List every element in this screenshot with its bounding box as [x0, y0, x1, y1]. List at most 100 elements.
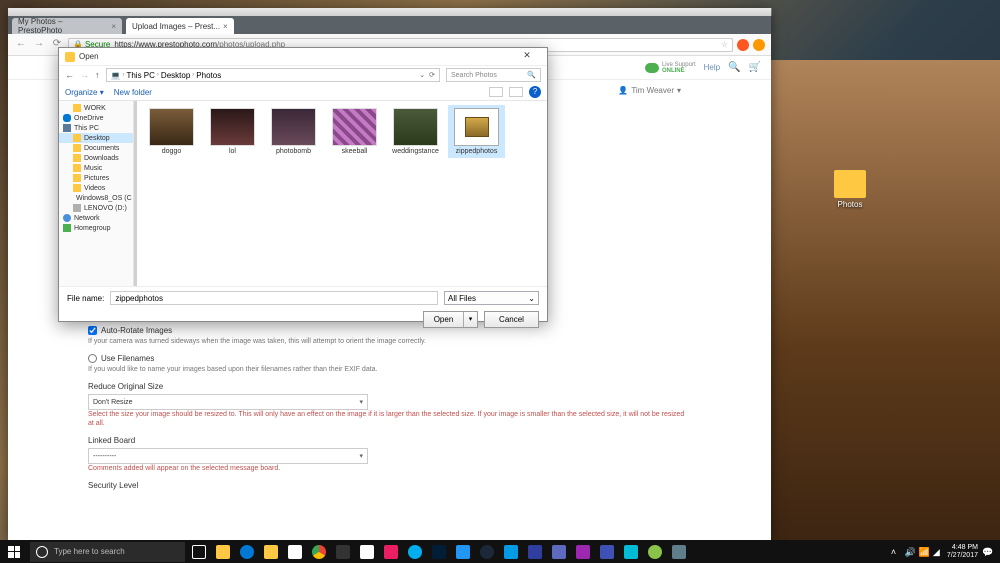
chrome-button[interactable] — [307, 540, 331, 563]
search-input[interactable]: Search Photos 🔍 — [446, 68, 541, 82]
tree-item[interactable]: OneDrive — [59, 113, 133, 123]
network-icon[interactable]: 📶 — [919, 547, 929, 557]
extension-icon[interactable] — [753, 39, 765, 51]
preview-pane-button[interactable] — [509, 87, 523, 97]
back-button[interactable]: ← — [14, 38, 28, 52]
tree-item[interactable]: Music — [59, 163, 133, 173]
explorer-button[interactable] — [259, 540, 283, 563]
help-button[interactable]: ? — [529, 86, 541, 98]
tray-chevron-icon[interactable]: ˄ — [891, 547, 901, 557]
tree-item[interactable]: Windows8_OS (C — [59, 193, 133, 203]
open-dropdown-button[interactable]: ▾ — [463, 312, 477, 327]
file-item[interactable]: weddingstance — [387, 105, 444, 158]
tree-item[interactable]: WORK — [59, 103, 133, 113]
forward-button[interactable]: → — [32, 38, 46, 52]
path-breadcrumb[interactable]: 💻 › This PC › Desktop › Photos ⌄ ⟳ — [106, 68, 441, 82]
dialog-body: WORKOneDrive This PCDesktop DocumentsDownl… — [59, 100, 547, 286]
live-support[interactable]: Live Support ONLINE — [645, 62, 696, 74]
app-button[interactable] — [643, 540, 667, 563]
calculator-button[interactable] — [355, 540, 379, 563]
file-type-select[interactable]: All Files ⌄ — [444, 291, 539, 305]
refresh-icon[interactable]: ⟳ — [429, 71, 435, 79]
user-menu[interactable]: 👤 Tim Weaver ▾ — [618, 86, 681, 95]
taskbar-search[interactable]: Type here to search — [30, 542, 185, 562]
app-button[interactable] — [499, 540, 523, 563]
folder-icon — [73, 174, 81, 182]
tree-item[interactable]: Desktop — [59, 133, 133, 143]
tree-item[interactable]: Downloads — [59, 153, 133, 163]
tree-item[interactable]: Homegroup — [59, 223, 133, 233]
task-view-button[interactable] — [187, 540, 211, 563]
store-button[interactable] — [283, 540, 307, 563]
notifications-icon[interactable]: 💬 — [982, 547, 992, 557]
terminal-button[interactable] — [331, 540, 355, 563]
file-explorer-button[interactable] — [211, 540, 235, 563]
linked-board-select[interactable]: ---------- ▾ — [88, 448, 368, 464]
app-button[interactable] — [571, 540, 595, 563]
volume-icon[interactable]: 🔊 — [905, 547, 915, 557]
tab-close-icon[interactable]: × — [223, 22, 228, 31]
chevron-down-icon: ▾ — [677, 86, 681, 95]
new-folder-button[interactable]: New folder — [114, 88, 152, 97]
taskbar-clock[interactable]: 4:48 PM 7/27/2017 — [947, 544, 978, 559]
chevron-right-icon: › — [157, 72, 159, 78]
search-icon[interactable]: 🔍 — [728, 62, 740, 73]
reduce-size-label: Reduce Original Size — [88, 382, 691, 391]
tree-item-label: Documents — [84, 145, 119, 152]
file-item[interactable]: lol — [204, 105, 261, 158]
folder-icon — [73, 154, 81, 162]
file-grid: doggololphotobombskeeballweddingstancezi… — [137, 101, 547, 286]
file-name-input[interactable] — [110, 291, 438, 305]
photoshop-button[interactable] — [427, 540, 451, 563]
app-button[interactable] — [379, 540, 403, 563]
app-button[interactable] — [619, 540, 643, 563]
organize-menu[interactable]: Organize ▾ — [65, 88, 104, 97]
edge-button[interactable] — [235, 540, 259, 563]
tree-item[interactable]: This PC — [59, 123, 133, 133]
app-button[interactable] — [451, 540, 475, 563]
file-item[interactable]: doggo — [143, 105, 200, 158]
app-icon — [65, 52, 75, 62]
tree-item[interactable]: Pictures — [59, 173, 133, 183]
chevron-right-icon: › — [192, 72, 194, 78]
tree-item[interactable]: Network — [59, 213, 133, 223]
file-thumbnail — [454, 108, 499, 146]
forward-button[interactable]: → — [80, 70, 89, 80]
tree-item-label: Windows8_OS (C — [76, 195, 132, 202]
drive-icon — [73, 204, 81, 212]
use-filenames-radio[interactable]: Use Filenames — [88, 354, 691, 363]
search-icon: 🔍 — [527, 71, 536, 79]
file-name-label: File name: — [67, 294, 104, 303]
file-item[interactable]: zippedphotos — [448, 105, 505, 158]
tab-close-icon[interactable]: × — [111, 22, 116, 31]
file-item[interactable]: photobomb — [265, 105, 322, 158]
back-button[interactable]: ← — [65, 70, 74, 80]
skype-button[interactable] — [403, 540, 427, 563]
wifi-icon[interactable]: ◢ — [933, 547, 943, 557]
up-button[interactable]: ↑ — [95, 70, 100, 80]
cancel-button[interactable]: Cancel — [484, 311, 539, 328]
steam-button[interactable] — [475, 540, 499, 563]
app-button[interactable] — [547, 540, 571, 563]
app-button[interactable] — [523, 540, 547, 563]
tree-item-label: This PC — [74, 125, 99, 132]
help-link[interactable]: Help — [704, 63, 720, 72]
view-mode-button[interactable] — [489, 87, 503, 97]
chevron-down-icon[interactable]: ⌄ — [419, 71, 425, 79]
tab-my-photos[interactable]: My Photos – PrestoPhoto × — [12, 18, 122, 34]
start-button[interactable] — [0, 540, 28, 563]
extension-icon[interactable] — [737, 39, 749, 51]
tab-upload-images[interactable]: Upload Images – Prest... × — [126, 18, 234, 34]
app-button[interactable] — [595, 540, 619, 563]
cart-icon[interactable]: 🛒 — [749, 62, 761, 73]
dialog-close-button[interactable]: ✕ — [513, 50, 541, 64]
tree-item[interactable]: LENOVO (D:) — [59, 203, 133, 213]
file-item[interactable]: skeeball — [326, 105, 383, 158]
tree-item[interactable]: Videos — [59, 183, 133, 193]
app-button[interactable] — [667, 540, 691, 563]
reduce-size-select[interactable]: Don't Resize ▾ — [88, 394, 368, 410]
star-icon[interactable]: ☆ — [721, 40, 728, 49]
open-button[interactable]: Open ▾ — [423, 311, 478, 328]
desktop-icon-photos[interactable]: Photos — [830, 170, 870, 209]
tree-item[interactable]: Documents — [59, 143, 133, 153]
